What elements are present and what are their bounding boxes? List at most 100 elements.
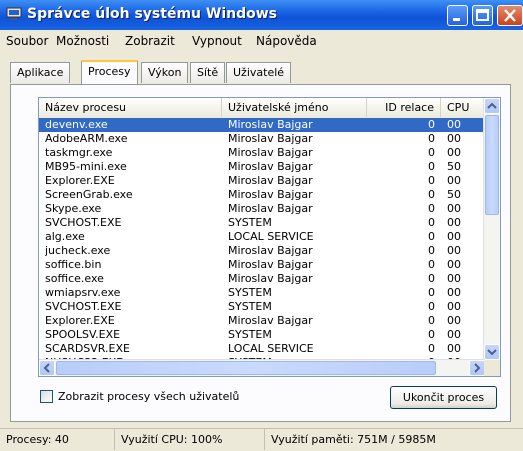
session-id-cell: 0 xyxy=(428,160,435,173)
process-name-cell: ScreenGrab.exe xyxy=(45,188,133,201)
user-name-cell: Miroslav Bajgar xyxy=(228,314,313,327)
process-name-cell: SPOOLSV.EXE xyxy=(45,328,121,341)
user-name-cell: Miroslav Bajgar xyxy=(228,146,313,159)
session-id-cell: 0 xyxy=(428,328,435,341)
user-name-cell: Miroslav Bajgar xyxy=(228,272,313,285)
show-all-users-checkbox[interactable] xyxy=(40,390,53,403)
session-id-cell: 0 xyxy=(428,146,435,159)
process-list[interactable]: Název procesu Uživatelské jméno ID relac… xyxy=(38,97,501,377)
user-name-cell: SYSTEM xyxy=(228,216,272,229)
task-manager-window: Správce úloh systému Windows Soubor Možn… xyxy=(0,0,523,451)
cpu-cell: 00 xyxy=(447,244,461,257)
cpu-cell: 00 xyxy=(447,286,461,299)
cpu-cell: 00 xyxy=(447,132,461,145)
tab-vykon[interactable]: Výkon xyxy=(141,62,189,83)
column-header-user[interactable]: Uživatelské jméno xyxy=(222,98,367,117)
status-processes: Procesy: 40 xyxy=(0,429,115,450)
cpu-cell: 00 xyxy=(447,118,461,131)
table-row[interactable]: soffice.exe Miroslav Bajgar 0 00 xyxy=(39,272,485,286)
session-id-cell: 0 xyxy=(428,272,435,285)
table-row[interactable]: MB95-mini.exe Miroslav Bajgar 0 50 xyxy=(39,160,485,174)
process-name-cell: alg.exe xyxy=(45,230,85,243)
table-row[interactable]: SCARDSVR.EXE LOCAL SERVICE 0 00 xyxy=(39,342,485,356)
scroll-down-icon xyxy=(487,349,497,356)
session-id-cell: 0 xyxy=(428,258,435,271)
session-id-cell: 0 xyxy=(428,230,435,243)
process-name-cell: Skype.exe xyxy=(45,202,102,215)
scroll-left-icon xyxy=(43,363,50,373)
process-name-cell: MB95-mini.exe xyxy=(45,160,127,173)
scroll-corner xyxy=(484,360,500,376)
table-row[interactable]: wmiapsrv.exe SYSTEM 0 00 xyxy=(39,286,485,300)
table-row[interactable]: Explorer.EXE Miroslav Bajgar 0 00 xyxy=(39,174,485,188)
tab-uzivatele[interactable]: Uživatelé xyxy=(226,62,292,83)
maximize-button[interactable] xyxy=(472,5,493,26)
close-button[interactable] xyxy=(497,5,523,26)
cpu-cell: 00 xyxy=(447,300,461,313)
user-name-cell: LOCAL SERVICE xyxy=(228,230,314,243)
tab-aplikace[interactable]: Aplikace xyxy=(10,62,71,83)
process-name-cell: Explorer.EXE xyxy=(45,174,115,187)
menu-vypnout[interactable]: Vypnout xyxy=(192,34,242,48)
scroll-left-button[interactable] xyxy=(39,360,55,376)
table-row[interactable]: Skype.exe Miroslav Bajgar 0 00 xyxy=(39,202,485,216)
column-header-name[interactable]: Název procesu xyxy=(39,98,222,117)
table-row[interactable]: SPOOLSV.EXE SYSTEM 0 00 xyxy=(39,328,485,342)
process-name-cell: jucheck.exe xyxy=(45,244,111,257)
table-row[interactable]: devenv.exe Miroslav Bajgar 0 00 xyxy=(39,118,485,132)
column-header-session[interactable]: ID relace xyxy=(367,98,441,117)
horizontal-scrollbar[interactable] xyxy=(39,359,485,376)
process-name-cell: SVCHOST.EXE xyxy=(45,216,122,229)
cpu-cell: 00 xyxy=(447,146,461,159)
scroll-up-icon xyxy=(487,102,497,109)
user-name-cell: Miroslav Bajgar xyxy=(228,188,313,201)
menu-moznosti[interactable]: Možnosti xyxy=(56,34,109,48)
vertical-scrollbar[interactable] xyxy=(483,98,500,360)
process-name-cell: taskmgr.exe xyxy=(45,146,113,159)
table-row[interactable]: taskmgr.exe Miroslav Bajgar 0 00 xyxy=(39,146,485,160)
hscroll-thumb[interactable] xyxy=(56,361,436,375)
user-name-cell: Miroslav Bajgar xyxy=(228,160,313,173)
user-name-cell: SYSTEM xyxy=(228,300,272,313)
window-title: Správce úloh systému Windows xyxy=(27,6,277,22)
scroll-right-button[interactable] xyxy=(469,360,485,376)
menu-bar: Soubor Možnosti Zobrazit Vypnout Nápověd… xyxy=(0,30,523,50)
user-name-cell: SYSTEM xyxy=(228,328,272,341)
session-id-cell: 0 xyxy=(428,188,435,201)
user-name-cell: Miroslav Bajgar xyxy=(228,174,313,187)
show-all-users-label[interactable]: Zobrazit procesy všech uživatelů xyxy=(58,390,239,403)
session-id-cell: 0 xyxy=(428,216,435,229)
user-name-cell: Miroslav Bajgar xyxy=(228,244,313,257)
table-row[interactable]: SVCHOST.EXE SYSTEM 0 00 xyxy=(39,216,485,230)
menu-napoveda[interactable]: Nápověda xyxy=(256,34,317,48)
cpu-cell: 00 xyxy=(447,342,461,355)
table-row[interactable]: SVCHOST.EXE SYSTEM 0 00 xyxy=(39,300,485,314)
session-id-cell: 0 xyxy=(428,342,435,355)
scroll-up-button[interactable] xyxy=(484,98,500,114)
scroll-thumb[interactable] xyxy=(485,115,499,215)
table-row[interactable]: jucheck.exe Miroslav Bajgar 0 00 xyxy=(39,244,485,258)
table-row[interactable]: ScreenGrab.exe Miroslav Bajgar 0 50 xyxy=(39,188,485,202)
table-row[interactable]: soffice.bin Miroslav Bajgar 0 00 xyxy=(39,258,485,272)
list-header: Název procesu Uživatelské jméno ID relac… xyxy=(39,98,485,119)
session-id-cell: 0 xyxy=(428,118,435,131)
cpu-cell: 00 xyxy=(447,202,461,215)
table-row[interactable]: Explorer.EXE Miroslav Bajgar 0 00 xyxy=(39,314,485,328)
column-header-cpu[interactable]: CPU xyxy=(441,98,485,117)
close-icon xyxy=(504,9,516,22)
process-name-cell: wmiapsrv.exe xyxy=(45,286,121,299)
menu-soubor[interactable]: Soubor xyxy=(6,34,48,48)
session-id-cell: 0 xyxy=(428,132,435,145)
scroll-down-button[interactable] xyxy=(484,344,500,360)
status-memory: Využití paměti: 751M / 5985M xyxy=(271,433,436,446)
minimize-button[interactable] xyxy=(447,5,468,26)
tab-procesy[interactable]: Procesy xyxy=(81,60,138,84)
session-id-cell: 0 xyxy=(428,286,435,299)
end-process-button[interactable]: Ukončit proces xyxy=(390,386,497,409)
title-bar[interactable]: Správce úloh systému Windows xyxy=(0,0,523,30)
tab-site[interactable]: Sítě xyxy=(190,62,226,83)
menu-zobrazit[interactable]: Zobrazit xyxy=(125,34,175,48)
table-row[interactable]: AdobeARM.exe Miroslav Bajgar 0 00 xyxy=(39,132,485,146)
session-id-cell: 0 xyxy=(428,314,435,327)
table-row[interactable]: alg.exe LOCAL SERVICE 0 00 xyxy=(39,230,485,244)
